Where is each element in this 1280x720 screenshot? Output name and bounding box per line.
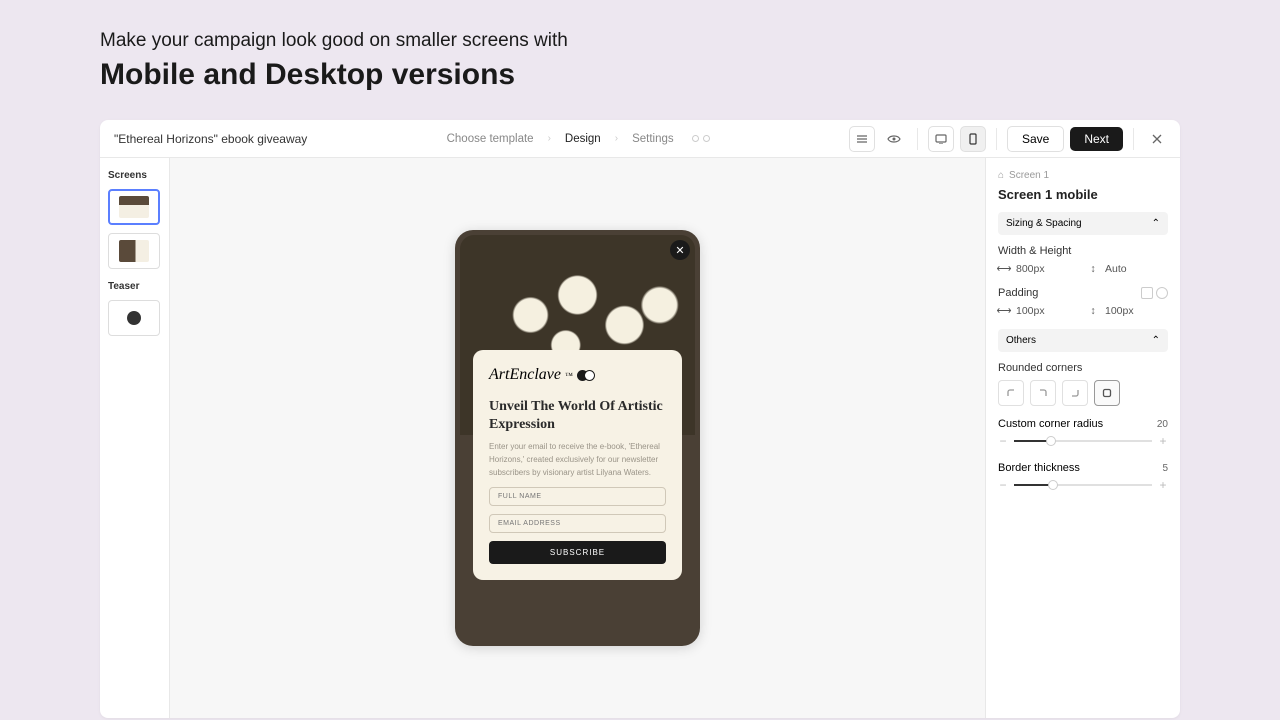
plus-button[interactable]: +: [1158, 434, 1168, 448]
campaign-title: "Ethereal Horizons" ebook giveaway: [110, 132, 307, 146]
screen-1-thumb[interactable]: [108, 189, 160, 225]
plus-button[interactable]: +: [1158, 478, 1168, 492]
teaser-label: Teaser: [108, 281, 161, 292]
height-field[interactable]: ↕Auto: [1087, 263, 1168, 275]
sizing-section-header[interactable]: Sizing & Spacing ⌃: [998, 212, 1168, 235]
popup-body: Enter your email to receive the e-book, …: [489, 441, 666, 479]
corner-radius-value: 20: [1157, 419, 1168, 430]
app-window: "Ethereal Horizons" ebook giveaway Choos…: [100, 120, 1180, 718]
chevron-up-icon: ⌃: [1152, 218, 1160, 229]
canvas: ✕ ArtEnclave™ Unveil The World Of Artist…: [170, 158, 985, 718]
layers-button[interactable]: [849, 126, 875, 152]
corner-all-button[interactable]: [1094, 380, 1120, 406]
height-icon: ↕: [1087, 264, 1099, 274]
properties-panel: ⌂ Screen 1 Screen 1 mobile Sizing & Spac…: [985, 158, 1180, 718]
step-dots: [692, 135, 710, 142]
others-section-header[interactable]: Others ⌃: [998, 329, 1168, 352]
screens-label: Screens: [108, 170, 161, 181]
save-button[interactable]: Save: [1007, 126, 1064, 152]
brand-logo: ArtEnclave™: [489, 366, 666, 384]
width-field[interactable]: ⟷800px: [998, 263, 1079, 275]
border-thickness-value: 5: [1162, 463, 1168, 474]
corner-bl-button[interactable]: [1062, 380, 1088, 406]
preview-button[interactable]: [881, 126, 907, 152]
crumb-choose-template[interactable]: Choose template: [447, 133, 534, 145]
breadcrumb: Choose template › Design › Settings: [307, 133, 849, 145]
corner-tr-button[interactable]: [1030, 380, 1056, 406]
mobile-view-button[interactable]: [960, 126, 986, 152]
crumb-design[interactable]: Design: [565, 133, 601, 145]
mobile-preview: ✕ ArtEnclave™ Unveil The World Of Artist…: [455, 230, 700, 646]
width-height-label: Width & Height: [998, 245, 1168, 257]
headline-subtitle: Make your campaign look good on smaller …: [100, 30, 1180, 52]
minus-button[interactable]: −: [998, 434, 1008, 448]
home-icon: ⌂: [998, 170, 1004, 181]
padding-mode-box-icon[interactable]: [1141, 287, 1153, 299]
left-sidebar: Screens Teaser: [100, 158, 170, 718]
chevron-up-icon: ⌃: [1152, 335, 1160, 346]
popup-card: ArtEnclave™ Unveil The World Of Artistic…: [473, 350, 682, 580]
panel-title: Screen 1 mobile: [998, 187, 1168, 202]
corner-radius-label: Custom corner radius: [998, 418, 1103, 430]
chevron-right-icon: ›: [615, 133, 618, 144]
corner-tl-button[interactable]: [998, 380, 1024, 406]
teaser-thumb[interactable]: [108, 300, 160, 336]
subscribe-button[interactable]: SUBSCRIBE: [489, 541, 666, 564]
headline-title: Mobile and Desktop versions: [100, 58, 1180, 92]
close-button[interactable]: [1144, 126, 1170, 152]
panel-breadcrumb: ⌂ Screen 1: [998, 170, 1168, 181]
next-button[interactable]: Next: [1070, 127, 1123, 151]
padding-h-field[interactable]: ⟷100px: [998, 305, 1079, 317]
popup-heading: Unveil The World Of Artistic Expression: [489, 398, 666, 433]
desktop-view-button[interactable]: [928, 126, 954, 152]
corner-radius-slider[interactable]: [1014, 440, 1152, 442]
chevron-right-icon: ›: [548, 133, 551, 144]
screen-2-thumb[interactable]: [108, 233, 160, 269]
width-icon: ⟷: [998, 264, 1010, 274]
border-thickness-slider[interactable]: [1014, 484, 1152, 486]
padding-mode-individual-icon[interactable]: [1156, 287, 1168, 299]
email-input[interactable]: [489, 514, 666, 533]
pad-v-icon: ↕: [1087, 306, 1099, 316]
name-input[interactable]: [489, 487, 666, 506]
crumb-settings[interactable]: Settings: [632, 133, 674, 145]
rounded-corners-label: Rounded corners: [998, 362, 1168, 374]
padding-label: Padding: [998, 287, 1038, 299]
minus-button[interactable]: −: [998, 478, 1008, 492]
padding-v-field[interactable]: ↕100px: [1087, 305, 1168, 317]
pad-h-icon: ⟷: [998, 306, 1010, 316]
topbar: "Ethereal Horizons" ebook giveaway Choos…: [100, 120, 1180, 158]
close-icon[interactable]: ✕: [670, 240, 690, 260]
border-thickness-label: Border thickness: [998, 462, 1080, 474]
